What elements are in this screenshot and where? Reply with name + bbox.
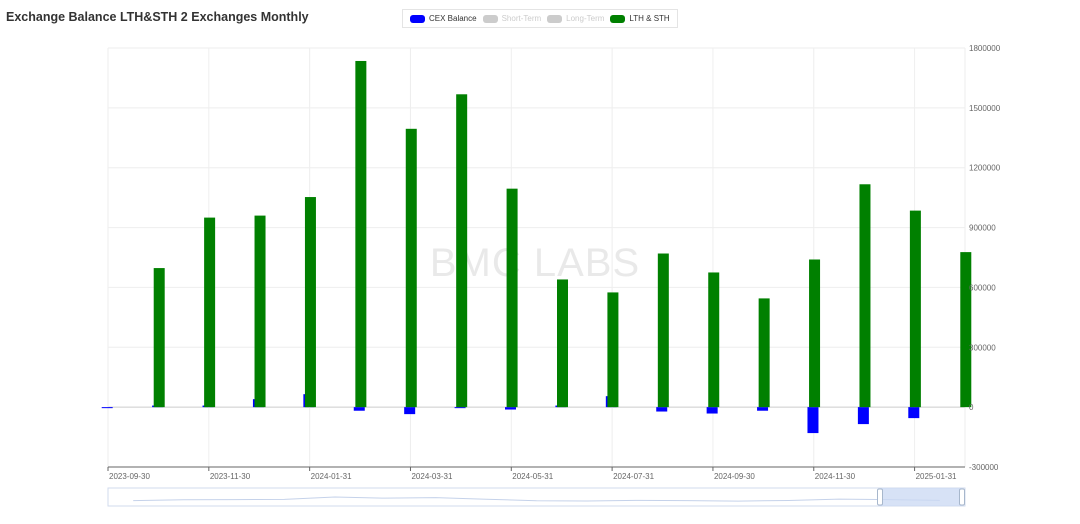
bar-lth-sth	[304, 197, 316, 408]
bar-lth-sth	[557, 279, 568, 408]
bar-lth-sth	[960, 252, 972, 408]
bar-lth-sth	[809, 259, 821, 408]
y-tick-label: 1800000	[969, 44, 1001, 53]
bar-cex-balance	[757, 407, 769, 411]
bar-cex-balance	[908, 407, 920, 419]
x-tick-label: 2024-05-31	[512, 472, 553, 481]
zoom-track	[107, 487, 966, 507]
bar-lth-sth	[607, 292, 619, 408]
bar-cex-balance	[706, 407, 718, 414]
y-tick-label: 600000	[969, 283, 996, 292]
x-tick-label: 2023-11-30	[210, 472, 251, 481]
bar-cex-balance	[404, 407, 416, 415]
zoom-handle[interactable]	[877, 488, 883, 506]
x-tick-label: 2024-11-30	[815, 472, 856, 481]
x-tick-label: 2023-09-30	[109, 472, 150, 481]
x-tick-label: 2024-09-30	[714, 472, 755, 481]
y-tick-label: 1200000	[969, 164, 1001, 173]
bar-cex-balance	[101, 407, 113, 409]
y-tick-label: 0	[969, 403, 974, 412]
bar-lth-sth	[657, 253, 669, 408]
chart-canvas: BMC LABS 2023-09-30 2023-11-30 2024-01-31 2…	[101, 44, 1001, 507]
bar-lth-sth	[909, 210, 921, 408]
bar-cex-balance	[454, 407, 466, 409]
bar-cex-balance	[505, 407, 516, 410]
bar-cex-balance	[656, 407, 668, 412]
y-tick-label: -300000	[969, 463, 999, 472]
bar-lth-sth	[204, 217, 216, 408]
bar-lth-sth	[859, 184, 871, 408]
x-tick-label: 2024-03-31	[411, 472, 452, 481]
bar-lth-sth	[456, 94, 468, 408]
bar-lth-sth	[355, 60, 367, 408]
bar-lth-sth	[254, 215, 266, 408]
x-tick-label: 2024-07-31	[613, 472, 654, 481]
x-tick-label: 2025-01-31	[916, 472, 957, 481]
bar-lth-sth	[758, 298, 770, 408]
bar-lth-sth	[506, 188, 518, 408]
y-tick-label: 900000	[969, 224, 996, 233]
bar-cex-balance	[807, 407, 819, 434]
bar-lth-sth	[405, 128, 417, 408]
bar-lth-sth	[153, 268, 165, 408]
zoom-selection[interactable]	[880, 488, 962, 506]
x-tick-label: 2024-01-31	[311, 472, 352, 481]
zoom-handle[interactable]	[959, 488, 965, 506]
bar-lth-sth	[708, 272, 720, 408]
y-tick-label: 1500000	[969, 104, 1001, 113]
y-tick-label: 300000	[969, 343, 996, 352]
bar-cex-balance	[857, 407, 869, 425]
bar-cex-balance	[353, 407, 365, 411]
